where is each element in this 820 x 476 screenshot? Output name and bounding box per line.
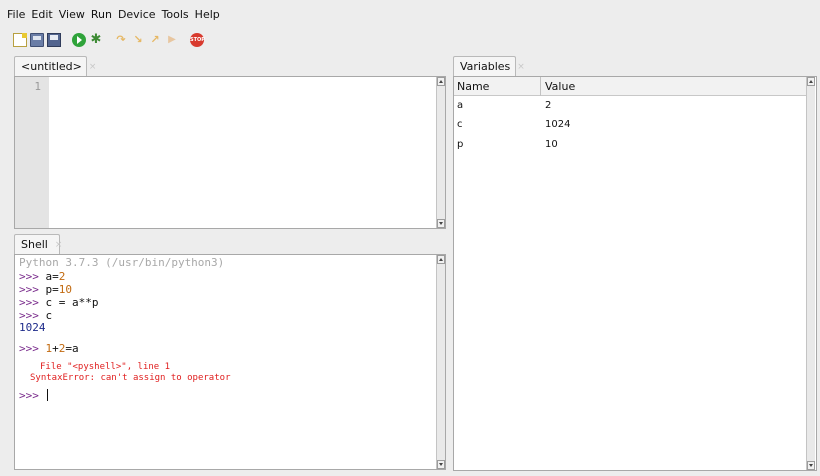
open-file-icon[interactable] <box>30 33 44 47</box>
shell-banner: Python 3.7.3 (/usr/bin/python3) <box>19 256 225 269</box>
tab-editor-untitled[interactable]: <untitled> × <box>14 56 96 76</box>
toolbar: ✱ ↷ ↘ ↗ ▶ STOP <box>0 28 820 52</box>
scroll-up-arrow-icon[interactable] <box>437 77 445 86</box>
menu-run[interactable]: Run <box>88 8 115 21</box>
resume-icon[interactable]: ▶ <box>165 33 179 47</box>
tab-shell[interactable]: Shell × <box>14 234 63 254</box>
column-header-name[interactable]: Name <box>457 80 489 93</box>
line-number: 1 <box>34 80 41 93</box>
tab-label: Variables <box>460 60 511 73</box>
shell-prompt: >>> <box>19 270 39 283</box>
column-divider[interactable] <box>540 77 541 96</box>
tab-close-icon[interactable]: × <box>55 240 63 250</box>
menu-file[interactable]: File <box>4 8 28 21</box>
variables-header <box>454 77 806 96</box>
shell-input: c <box>45 309 53 322</box>
shell-line: >>> c = a**p <box>19 296 98 309</box>
step-into-icon[interactable]: ↘ <box>131 33 145 47</box>
shell-output: 1024 <box>19 321 46 334</box>
variable-value: 1024 <box>545 119 571 130</box>
table-row[interactable] <box>454 136 806 156</box>
tab-close-icon[interactable]: × <box>89 62 97 72</box>
code-editor[interactable] <box>14 76 446 229</box>
table-row[interactable] <box>454 96 806 116</box>
shell-input: = <box>52 270 59 283</box>
scroll-up-arrow-icon[interactable] <box>437 255 445 264</box>
table-row[interactable] <box>454 116 806 136</box>
variables-scrollbar[interactable] <box>806 77 815 470</box>
shell-line: >>> <box>19 389 48 402</box>
editor-scrollbar[interactable] <box>436 77 445 228</box>
scroll-down-arrow-icon[interactable] <box>437 219 445 228</box>
line-number-gutter <box>15 77 49 228</box>
new-file-icon[interactable] <box>13 33 27 47</box>
shell-input: =a <box>65 342 79 355</box>
shell-input: + <box>52 342 59 355</box>
tab-close-icon[interactable]: × <box>517 62 525 72</box>
variable-name: c <box>457 119 463 130</box>
scroll-down-arrow-icon[interactable] <box>807 461 815 470</box>
run-icon[interactable] <box>72 33 86 47</box>
text-cursor <box>46 389 48 401</box>
shell-prompt: >>> <box>19 296 39 309</box>
variable-name: a <box>457 100 464 111</box>
shell-input: = <box>52 283 59 296</box>
variable-value: 10 <box>545 139 558 150</box>
shell-line: >>> p=10 <box>19 283 72 296</box>
shell-input: c = a**p <box>45 296 99 309</box>
menu-edit[interactable]: Edit <box>28 8 55 21</box>
save-file-icon[interactable] <box>47 33 61 47</box>
shell-error-line: SyntaxError: can't assign to operator <box>30 373 231 383</box>
variable-name: p <box>457 139 464 150</box>
shell-error-line: File "<pyshell>", line 1 <box>40 362 171 372</box>
menu-tools[interactable]: Tools <box>159 8 192 21</box>
menu-view[interactable]: View <box>56 8 88 21</box>
shell-scrollbar[interactable] <box>436 255 445 469</box>
scroll-down-arrow-icon[interactable] <box>437 460 445 469</box>
shell-line: >>> 1+2=a <box>19 342 79 355</box>
column-header-value[interactable]: Value <box>545 80 575 93</box>
tab-label: <untitled> <box>21 60 82 73</box>
menu-bar: File Edit View Run Device Tools Help <box>0 0 820 28</box>
scroll-up-arrow-icon[interactable] <box>807 77 815 86</box>
stop-icon[interactable]: STOP <box>190 33 205 47</box>
shell-input-number: 10 <box>58 283 72 296</box>
step-over-icon[interactable]: ↷ <box>114 33 128 47</box>
menu-device[interactable]: Device <box>115 8 159 21</box>
variable-value: 2 <box>545 100 552 111</box>
shell-prompt: >>> <box>19 283 39 296</box>
shell-prompt: >>> <box>19 342 39 355</box>
shell-input-number: 2 <box>58 270 66 283</box>
shell-line: >>> a=2 <box>19 270 65 283</box>
shell-prompt: >>> <box>19 389 39 402</box>
step-out-icon[interactable]: ↗ <box>148 33 162 47</box>
debug-icon[interactable]: ✱ <box>89 33 103 47</box>
tab-label: Shell <box>21 238 48 251</box>
tab-variables[interactable]: Variables × <box>453 56 525 76</box>
menu-help[interactable]: Help <box>192 8 223 21</box>
